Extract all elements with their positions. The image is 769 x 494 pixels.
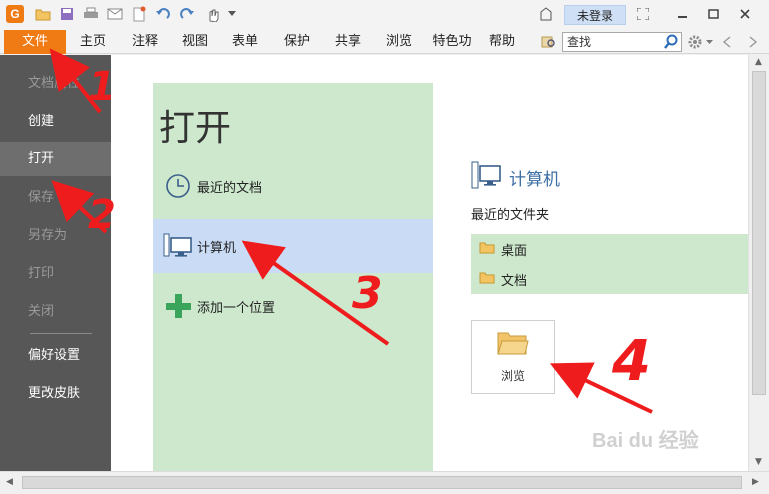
sidebar-item-close[interactable]: 关闭 xyxy=(0,295,111,329)
redo-icon[interactable] xyxy=(178,5,196,23)
open-options-panel: 打开 最近的文档 计算机 添加一个位置 xyxy=(153,83,433,471)
search-icon[interactable] xyxy=(663,34,679,55)
computer-heading: 计算机 xyxy=(471,160,560,194)
print-icon[interactable] xyxy=(82,5,100,23)
settings-gear-icon[interactable] xyxy=(686,33,704,51)
menu-file[interactable]: 文件 xyxy=(4,30,66,54)
scroll-down-icon[interactable]: ▼ xyxy=(755,457,762,467)
plus-icon xyxy=(163,291,193,321)
sidebar-divider xyxy=(30,333,92,334)
clock-icon xyxy=(163,171,193,201)
sidebar-item-create[interactable]: 创建 xyxy=(0,105,111,139)
folder-label: 桌面 xyxy=(501,243,528,259)
horizontal-scroll-thumb[interactable] xyxy=(22,476,742,489)
recent-folders-label: 最近的文件夹 xyxy=(471,208,550,223)
vertical-scroll-thumb[interactable] xyxy=(752,71,766,395)
computer-heading-label: 计算机 xyxy=(509,169,560,190)
menu-home[interactable]: 主页 xyxy=(70,30,116,54)
open-option-label: 添加一个位置 xyxy=(197,300,276,316)
email-icon[interactable] xyxy=(106,5,124,23)
search-input[interactable]: 查找 xyxy=(562,32,682,52)
open-option-add-location[interactable]: 添加一个位置 xyxy=(153,279,433,333)
close-button[interactable] xyxy=(734,4,756,24)
search-panel-icon[interactable] xyxy=(540,33,558,51)
new-document-icon[interactable] xyxy=(130,5,148,23)
vertical-scrollbar[interactable]: ▲ ▼ xyxy=(748,55,769,471)
scroll-left-icon[interactable]: ◀ xyxy=(6,477,13,487)
settings-dropdown-icon[interactable] xyxy=(704,33,714,51)
computer-icon xyxy=(163,231,193,261)
undo-icon[interactable] xyxy=(154,5,172,23)
login-button[interactable]: 未登录 xyxy=(564,5,626,25)
sidebar-item-document-properties[interactable]: 文档属性 xyxy=(0,67,111,101)
prev-arrow-icon[interactable] xyxy=(718,33,736,51)
sidebar-item-change-skin[interactable]: 更改皮肤 xyxy=(0,377,111,411)
folder-label: 文档 xyxy=(501,273,528,289)
open-folder-icon xyxy=(497,330,529,359)
scroll-right-icon[interactable]: ▶ xyxy=(752,477,759,487)
browse-button[interactable]: 浏览 xyxy=(471,320,555,394)
menu-bar: 文件 主页 注释 视图 表单 保护 共享 浏览 特色功 帮助 查找 xyxy=(0,30,769,54)
browse-label: 浏览 xyxy=(500,369,525,383)
hand-tool-icon[interactable] xyxy=(204,5,222,23)
menu-browse[interactable]: 浏览 xyxy=(376,30,422,54)
app-logo-icon[interactable]: G xyxy=(6,5,24,23)
sidebar-item-print[interactable]: 打印 xyxy=(0,257,111,291)
folder-item-documents[interactable]: 文档 xyxy=(471,264,748,294)
menu-form[interactable]: 表单 xyxy=(222,30,268,54)
fullscreen-icon[interactable] xyxy=(632,4,654,24)
scroll-up-icon[interactable]: ▲ xyxy=(755,57,762,67)
watermark: Bai du 经验 xyxy=(592,430,699,452)
restore-button[interactable] xyxy=(702,4,724,24)
save-icon[interactable] xyxy=(58,5,76,23)
menu-features[interactable]: 特色功 xyxy=(426,30,478,54)
customize-dropdown-icon[interactable] xyxy=(226,5,238,23)
menu-view[interactable]: 视图 xyxy=(172,30,218,54)
menu-help[interactable]: 帮助 xyxy=(480,30,524,54)
folder-icon xyxy=(479,271,495,288)
sidebar-item-preferences[interactable]: 偏好设置 xyxy=(0,339,111,373)
open-option-label: 计算机 xyxy=(197,240,237,256)
open-option-computer[interactable]: 计算机 xyxy=(153,219,433,273)
computer-icon xyxy=(471,160,501,195)
menu-share[interactable]: 共享 xyxy=(325,30,371,54)
page-title: 打开 xyxy=(159,108,232,149)
folder-icon xyxy=(479,241,495,258)
open-backstage-content: 打开 最近的文档 计算机 添加一个位置 计算机 最近的文件夹 桌面 文档 浏览 xyxy=(111,55,748,471)
open-folder-icon[interactable] xyxy=(34,5,52,23)
title-bar: G 未登录 xyxy=(0,0,769,30)
open-option-label: 最近的文档 xyxy=(197,180,263,196)
menu-protect[interactable]: 保护 xyxy=(274,30,320,54)
horizontal-scrollbar[interactable]: ◀ ▶ xyxy=(0,471,769,494)
sidebar-item-save-as[interactable]: 另存为 xyxy=(0,219,111,253)
sidebar-item-open[interactable]: 打开 xyxy=(0,142,111,176)
sidebar-item-save[interactable]: 保存 xyxy=(0,181,111,215)
skin-icon[interactable] xyxy=(537,5,555,23)
menu-comment[interactable]: 注释 xyxy=(122,30,168,54)
backstage-sidebar: 文档属性 创建 打开 保存 另存为 打印 关闭 偏好设置 更改皮肤 xyxy=(0,55,111,471)
open-option-recent-documents[interactable]: 最近的文档 xyxy=(153,159,433,213)
next-arrow-icon[interactable] xyxy=(744,33,762,51)
folder-item-desktop[interactable]: 桌面 xyxy=(471,234,748,264)
minimize-button[interactable] xyxy=(672,4,694,24)
